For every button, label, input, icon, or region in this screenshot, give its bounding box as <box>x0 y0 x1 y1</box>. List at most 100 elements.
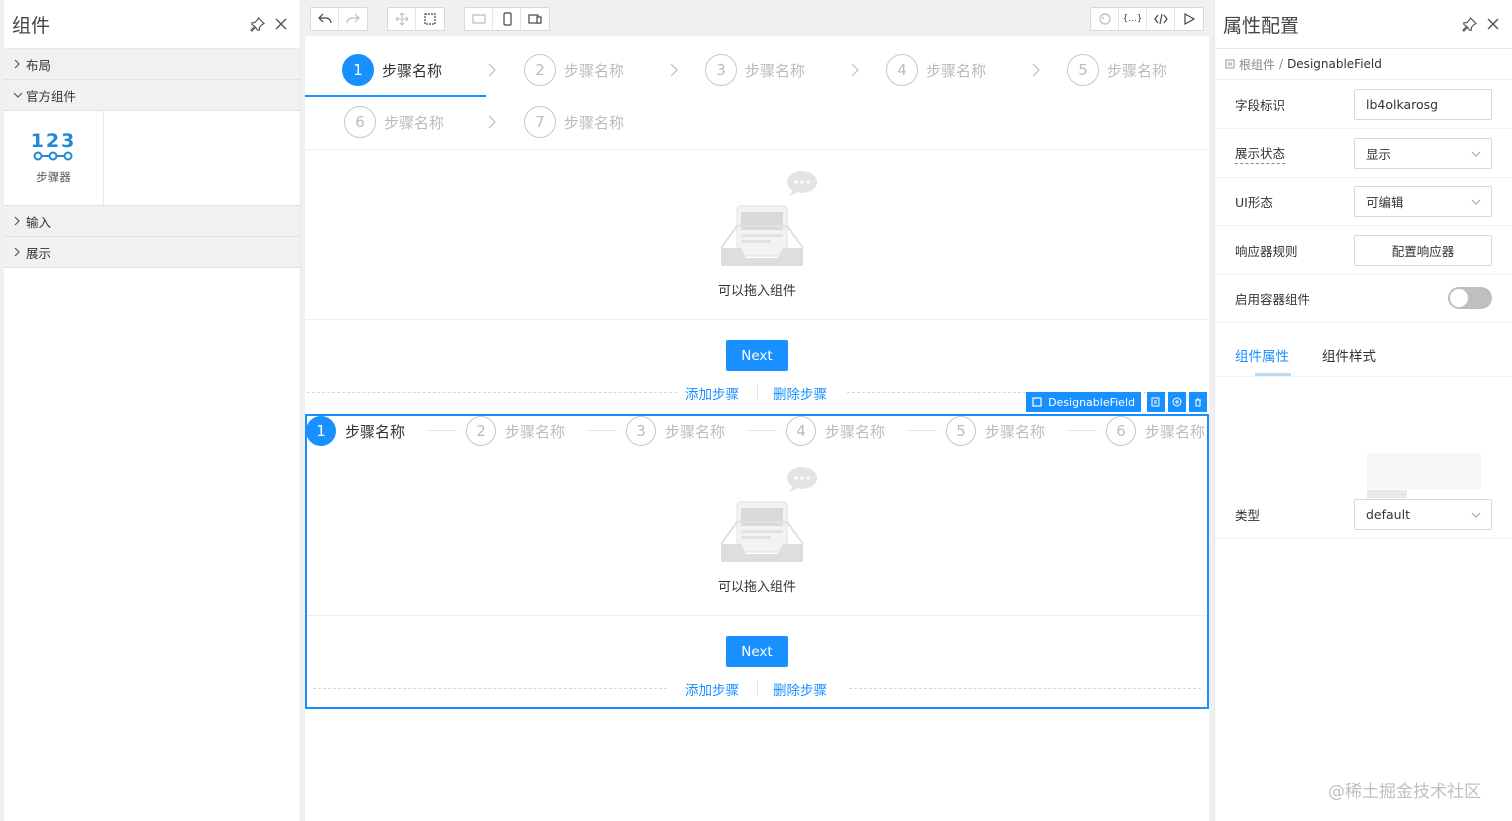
responsive-icon[interactable] <box>521 8 549 30</box>
design-canvas[interactable]: 1 步骤名称 2 步骤名称 3 步骤名称 4 步骤名称 5 步骤名称 6 步骤名… <box>305 36 1209 821</box>
configure-reactions-button[interactable]: 配置响应器 <box>1354 234 1492 266</box>
step-item[interactable]: 7 步骤名称 <box>524 105 624 139</box>
add-step-link[interactable]: 添加步骤 <box>685 383 739 403</box>
delete-step-link[interactable]: 删除步骤 <box>773 383 827 403</box>
link-separator <box>757 385 758 399</box>
move-icon[interactable] <box>388 8 416 30</box>
steps-widget-icon: 123 <box>31 131 77 161</box>
divider <box>313 688 667 689</box>
copy-icon[interactable] <box>1147 392 1165 412</box>
chevron-right-icon <box>13 59 23 69</box>
play-icon[interactable] <box>1175 8 1203 30</box>
select-icon[interactable] <box>416 8 444 30</box>
step-title: 步骤名称 <box>505 422 566 441</box>
group-display-label: 展示 <box>26 245 52 261</box>
undo-icon[interactable] <box>311 8 339 30</box>
type-select[interactable]: default <box>1354 498 1492 530</box>
selection-name-tag[interactable]: DesignableField <box>1026 392 1141 412</box>
container-label: 启用容器组件 <box>1235 291 1311 307</box>
step-title: 步骤名称 <box>564 113 625 132</box>
breadcrumb: 根组件 / DesignableField <box>1215 49 1512 80</box>
group-display[interactable]: 展示 <box>4 237 300 268</box>
step-item[interactable]: 1 步骤名称 <box>342 53 442 87</box>
container-toggle[interactable] <box>1448 287 1492 309</box>
redo-icon[interactable] <box>339 8 367 30</box>
step-item[interactable]: 3 步骤名称 <box>705 53 805 87</box>
field-id-label: 字段标识 <box>1235 97 1286 113</box>
field-id-input[interactable]: lb4olkarosg <box>1354 88 1492 120</box>
step-connector <box>427 430 457 431</box>
json-icon[interactable]: {...} <box>1119 8 1147 30</box>
step-title: 步骤名称 <box>564 61 625 80</box>
step-links: 添加步骤 删除步骤 <box>307 678 1207 699</box>
display-state-select[interactable]: 显示 <box>1354 137 1492 169</box>
mobile-icon[interactable] <box>493 8 521 30</box>
next-button[interactable]: Next <box>726 340 788 371</box>
components-panel: 组件 布局 官方组件 123 步骤器 输入 展示 <box>4 0 301 821</box>
group-input-label: 输入 <box>26 214 52 230</box>
empty-inbox-icon <box>720 467 817 562</box>
step-number: 5 <box>946 416 976 446</box>
add-step-link[interactable]: 添加步骤 <box>685 679 739 699</box>
ui-state-label: UI形态 <box>1235 194 1273 210</box>
tab-component-style[interactable]: 组件样式 <box>1322 345 1376 365</box>
components-panel-title: 组件 <box>12 14 51 37</box>
step-item[interactable]: 1 步骤名称 <box>306 415 405 447</box>
group-official[interactable]: 官方组件 <box>4 80 300 111</box>
step-item[interactable]: 2 步骤名称 <box>524 53 624 87</box>
step-item[interactable]: 6 步骤名称 <box>344 105 444 139</box>
drop-zone[interactable]: 可以拖入组件 <box>305 150 1209 320</box>
step-number: 7 <box>524 106 556 138</box>
chevron-down-icon <box>13 91 23 99</box>
selected-steps-block[interactable]: DesignableField 1 步骤名称 2 步骤名称 3 步骤名称 4 步… <box>305 392 1209 709</box>
pin-icon[interactable] <box>246 13 268 35</box>
code-icon[interactable] <box>1147 8 1175 30</box>
properties-panel-header: 属性配置 <box>1215 0 1512 49</box>
step-number: 6 <box>344 106 376 138</box>
step-connector <box>907 430 937 431</box>
step-number: 2 <box>524 54 556 86</box>
step-item[interactable]: 5 步骤名称 <box>946 415 1045 447</box>
step-item[interactable]: 3 步骤名称 <box>626 415 725 447</box>
step-item[interactable]: 4 步骤名称 <box>886 53 986 87</box>
active-step-underline <box>305 95 486 97</box>
chevron-down-icon <box>1471 512 1481 518</box>
close-icon[interactable] <box>1482 13 1504 35</box>
breadcrumb-root[interactable]: 根组件 <box>1239 56 1275 73</box>
group-input[interactable]: 输入 <box>4 206 300 237</box>
prop-reactions: 响应器规则 配置响应器 <box>1215 226 1512 275</box>
step-connector <box>587 430 617 431</box>
prop-container: 启用容器组件 <box>1215 274 1512 323</box>
add-circle-icon[interactable] <box>1168 392 1186 412</box>
ui-state-select[interactable]: 可编辑 <box>1354 185 1492 217</box>
close-icon[interactable] <box>270 13 292 35</box>
breadcrumb-current: DesignableField <box>1287 57 1382 71</box>
chevron-right-icon <box>13 247 23 257</box>
step-item[interactable]: 4 步骤名称 <box>786 415 885 447</box>
design-icon[interactable] <box>1091 8 1119 30</box>
delete-step-link[interactable]: 删除步骤 <box>773 679 827 699</box>
next-button[interactable]: Next <box>726 636 788 667</box>
delete-icon[interactable] <box>1189 392 1207 412</box>
chevron-right-icon <box>488 63 498 77</box>
step-title: 步骤名称 <box>384 113 445 132</box>
steps-widget[interactable]: 123 步骤器 <box>4 111 104 205</box>
tab-component-props[interactable]: 组件属性 <box>1235 345 1289 365</box>
step-item[interactable]: 5 步骤名称 <box>1067 53 1167 87</box>
prop-ui-state: UI形态 可编辑 <box>1215 177 1512 226</box>
step-item[interactable]: 2 步骤名称 <box>466 415 565 447</box>
prop-field-id: 字段标识 lb4olkarosg <box>1215 80 1512 129</box>
chevron-down-icon <box>1471 151 1481 157</box>
step-item[interactable]: 6 步骤名称 <box>1106 415 1205 447</box>
step-title: 步骤名称 <box>985 422 1046 441</box>
breadcrumb-separator: / <box>1279 57 1284 71</box>
chevron-right-icon <box>488 115 498 129</box>
chevron-right-icon <box>851 63 861 77</box>
display-state-value: 显示 <box>1366 146 1392 162</box>
designer-app: 组件 布局 官方组件 123 步骤器 输入 展示 {...} 1 步骤名称 2 … <box>0 0 1512 821</box>
desktop-icon[interactable] <box>465 8 493 30</box>
step-title: 步骤名称 <box>825 422 886 441</box>
group-layout[interactable]: 布局 <box>4 49 300 80</box>
pin-icon[interactable] <box>1458 13 1480 35</box>
step-number: 3 <box>705 54 737 86</box>
